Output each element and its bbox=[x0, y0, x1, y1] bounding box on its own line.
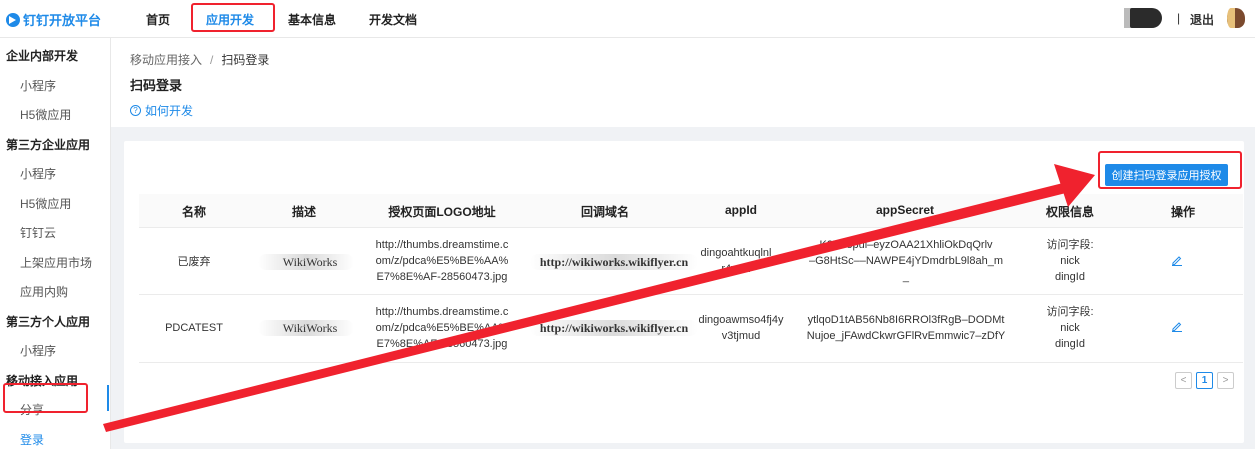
th-appsecret: appSecret bbox=[875, 203, 935, 217]
annotation-box-button bbox=[1098, 151, 1242, 189]
row1-name: 已废弃 bbox=[177, 256, 211, 268]
breadcrumb: 移动应用接入 / 扫码登录 bbox=[130, 51, 269, 68]
row-divider bbox=[139, 294, 1243, 295]
row1-permissions: 访问字段: nick dingId bbox=[1046, 239, 1094, 283]
breadcrumb-separator: / bbox=[210, 53, 214, 67]
sidebar-item[interactable]: 登录 bbox=[20, 431, 44, 448]
sidebar-item[interactable]: H5微应用 bbox=[20, 195, 71, 212]
sidebar-item[interactable]: 钉钉云 bbox=[20, 224, 56, 241]
th-callback-domain: 回调域名 bbox=[580, 205, 630, 219]
logout-link[interactable]: 退出 bbox=[1190, 11, 1214, 28]
sidebar-item[interactable]: H5微应用 bbox=[20, 106, 71, 123]
row1-appid: dingoahtkuqlnl r4wsu bbox=[700, 247, 772, 275]
th-appid: appId bbox=[725, 203, 757, 217]
nav-dev-docs[interactable]: 开发文档 bbox=[369, 11, 417, 28]
row2-logo-url: http://thumbs.dreamstime.c om/z/pdca%E5%… bbox=[375, 306, 509, 350]
sidebar-item[interactable]: 小程序 bbox=[20, 342, 56, 359]
how-to-develop-link[interactable]: ? 如何开发 bbox=[130, 102, 193, 119]
top-bar: 钉钉开放平台 首页 应用开发 基本信息 开发文档 | 退出 bbox=[0, 0, 1255, 38]
sidebar-group-label: 第三方企业应用 bbox=[6, 138, 91, 152]
row1-appsecret: K2Y88pul–eyzOAA21XhliOkDqQrlv –G8HtSc––N… bbox=[808, 239, 1004, 283]
pagination-next[interactable]: > bbox=[1217, 372, 1234, 389]
annotation-box-nav bbox=[191, 3, 275, 32]
pencil-icon[interactable] bbox=[1171, 320, 1183, 332]
nav-basic-info[interactable]: 基本信息 bbox=[288, 11, 336, 28]
th-desc: 描述 bbox=[291, 205, 317, 219]
sidebar-group-label: 企业内部开发 bbox=[6, 49, 79, 63]
annotation-box-sidebar bbox=[3, 383, 88, 413]
sidebar-group-label: 第三方个人应用 bbox=[6, 315, 91, 329]
row2-desc: WikiWorks bbox=[282, 321, 338, 335]
th-name: 名称 bbox=[181, 205, 207, 219]
question-circle-icon: ? bbox=[130, 105, 141, 116]
row1-domain: http://wikiworks.wikiflyer.cn bbox=[539, 255, 689, 269]
page-title: 扫码登录 bbox=[130, 78, 183, 93]
row2-permissions: 访问字段: nick dingId bbox=[1046, 306, 1094, 350]
nav-home[interactable]: 首页 bbox=[146, 11, 170, 28]
row2-appid: dingoawmso4fj4y v3tjmud bbox=[698, 314, 784, 342]
th-actions: 操作 bbox=[1170, 205, 1196, 219]
page-header bbox=[111, 38, 1255, 127]
row2-domain: http://wikiworks.wikiflyer.cn bbox=[539, 321, 689, 335]
sidebar-item[interactable]: 应用内购 bbox=[20, 283, 68, 300]
sidebar-item[interactable]: 小程序 bbox=[20, 77, 56, 94]
row-divider bbox=[139, 362, 1243, 363]
top-separator: | bbox=[1177, 11, 1181, 25]
brand-name: 钉钉开放平台 bbox=[23, 13, 102, 28]
sidebar-item[interactable]: 上架应用市场 bbox=[20, 254, 92, 271]
pencil-icon[interactable] bbox=[1171, 254, 1183, 266]
pagination-prev[interactable]: < bbox=[1175, 372, 1192, 389]
pagination: < 1 > bbox=[1175, 372, 1234, 390]
row1-logo-url: http://thumbs.dreamstime.c om/z/pdca%E5%… bbox=[375, 239, 509, 283]
sidebar-item[interactable]: 小程序 bbox=[20, 165, 56, 182]
sidebar-active-indicator bbox=[107, 385, 109, 411]
row2-name: PDCATEST bbox=[165, 322, 223, 334]
how-to-develop-label: 如何开发 bbox=[145, 104, 194, 118]
app-list-card bbox=[124, 141, 1244, 443]
dingtalk-logo-icon bbox=[6, 12, 20, 27]
avatar[interactable] bbox=[1227, 8, 1245, 28]
th-permissions: 权限信息 bbox=[1045, 205, 1095, 219]
breadcrumb-parent[interactable]: 移动应用接入 bbox=[130, 53, 202, 67]
user-name-redacted[interactable] bbox=[1130, 8, 1162, 28]
breadcrumb-current: 扫码登录 bbox=[221, 53, 270, 67]
row2-appsecret: ytlqoD1tAB56Nb8I6RROl3fRgB–DODMt Nujoe_j… bbox=[806, 314, 1006, 342]
th-logo-url: 授权页面LOGO地址 bbox=[388, 205, 496, 219]
brand-logo[interactable]: 钉钉开放平台 bbox=[6, 10, 101, 29]
row1-desc: WikiWorks bbox=[282, 255, 338, 269]
pagination-page-1[interactable]: 1 bbox=[1196, 372, 1213, 389]
